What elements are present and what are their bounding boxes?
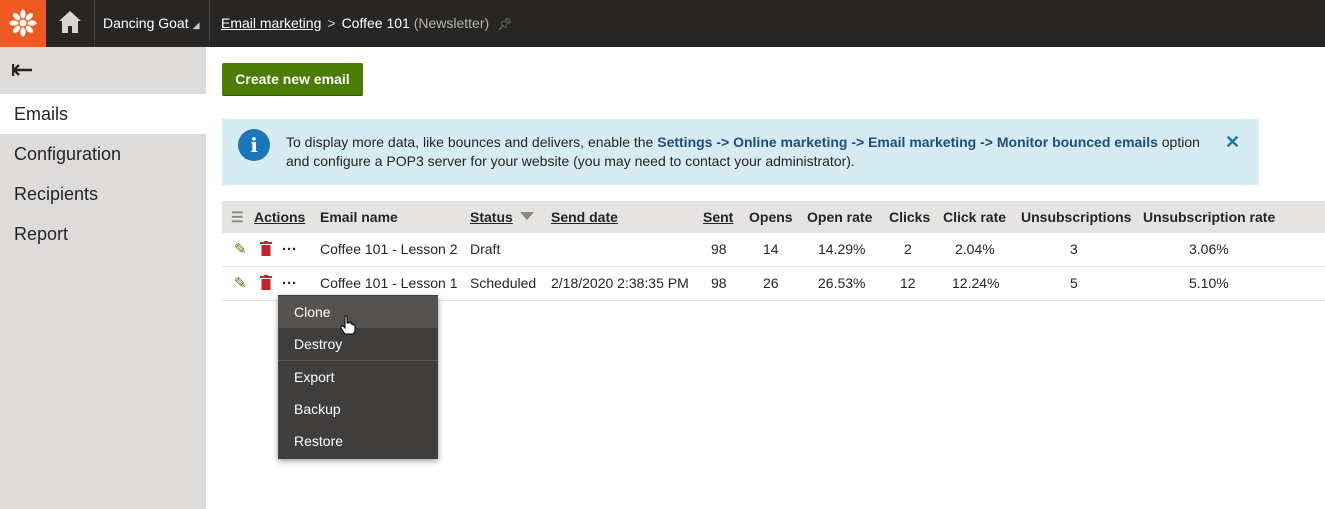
header-status[interactable]: Status bbox=[470, 201, 513, 233]
cell-email-name[interactable]: Coffee 101 - Lesson 2 bbox=[320, 233, 458, 266]
top-bar: Dancing Goat ◢ Email marketing > Coffee 101… bbox=[0, 0, 1325, 47]
breadcrumb: Email marketing > Coffee 101 (Newsletter) 📌… bbox=[221, 0, 512, 47]
sort-down-icon[interactable] bbox=[520, 212, 534, 220]
sidebar: Emails Configuration Recipients Report bbox=[0, 47, 206, 509]
menu-item-backup[interactable]: Backup bbox=[278, 393, 438, 425]
header-unsubscriptions: Unsubscriptions bbox=[1021, 209, 1132, 225]
breadcrumb-type: (Newsletter) bbox=[413, 15, 490, 31]
cell-opens: 26 bbox=[763, 275, 779, 291]
cell-unsubscription-rate: 5.10% bbox=[1189, 275, 1229, 291]
menu-item-restore[interactable]: Restore bbox=[278, 425, 438, 457]
emails-table: ☰ Actions Email name Status Send date Se… bbox=[222, 201, 1325, 301]
cell-unsubscriptions: 3 bbox=[1070, 241, 1078, 257]
header-open-rate: Open rate bbox=[807, 209, 873, 225]
cell-send-date: 2/18/2020 2:38:35 PM bbox=[551, 275, 689, 291]
close-icon[interactable]: ✕ bbox=[1225, 132, 1240, 153]
cell-status: Draft bbox=[470, 241, 501, 257]
header-unsubscription-rate: Unsubscription rate bbox=[1143, 209, 1276, 225]
header-actions[interactable]: Actions bbox=[254, 201, 305, 233]
kentico-logo-icon[interactable] bbox=[0, 0, 46, 47]
delete-trash-icon[interactable] bbox=[260, 233, 272, 266]
table-row: ✎ ··· Coffee 101 - Lesson 2 Draft 98 14 … bbox=[222, 233, 1325, 267]
sidebar-item-configuration[interactable]: Configuration bbox=[0, 134, 206, 174]
cell-click-rate: 12.24% bbox=[952, 275, 1000, 291]
cell-open-rate: 26.53% bbox=[818, 275, 866, 291]
cell-clicks: 2 bbox=[904, 241, 912, 257]
home-button[interactable] bbox=[46, 0, 95, 47]
cell-unsubscription-rate: 3.06% bbox=[1189, 241, 1229, 257]
delete-trash-icon[interactable] bbox=[260, 267, 272, 300]
cell-click-rate: 2.04% bbox=[955, 241, 995, 257]
header-email-name: Email name bbox=[320, 209, 398, 225]
edit-pencil-icon[interactable]: ✎ bbox=[234, 233, 247, 266]
cell-clicks: 12 bbox=[900, 275, 916, 291]
breadcrumb-email-marketing[interactable]: Email marketing bbox=[221, 15, 321, 31]
more-actions-icon[interactable]: ··· bbox=[282, 233, 297, 266]
back-arrow-icon[interactable] bbox=[11, 60, 36, 86]
header-click-rate: Click rate bbox=[943, 209, 1007, 225]
info-message: i To display more data, like bounces and… bbox=[222, 119, 1259, 185]
sidebar-nav: Emails Configuration Recipients Report bbox=[0, 94, 206, 254]
cell-opens: 14 bbox=[763, 241, 779, 257]
create-new-email-button[interactable]: Create new email bbox=[222, 63, 363, 95]
header-clicks: Clicks bbox=[889, 209, 931, 225]
context-menu: Clone Destroy Export Backup Restore bbox=[278, 295, 438, 459]
dropdown-caret-icon: ◢ bbox=[192, 20, 200, 30]
header-opens: Opens bbox=[749, 209, 793, 225]
sidebar-item-report[interactable]: Report bbox=[0, 214, 206, 254]
cell-status: Scheduled bbox=[470, 275, 537, 291]
sidebar-item-emails[interactable]: Emails bbox=[0, 94, 206, 134]
cell-sent: 98 bbox=[711, 275, 727, 291]
breadcrumb-current: Coffee 101 bbox=[341, 15, 410, 31]
chevron-right-icon: > bbox=[327, 15, 336, 31]
menu-item-clone[interactable]: Clone bbox=[278, 296, 438, 328]
menu-item-destroy[interactable]: Destroy bbox=[278, 328, 438, 360]
site-name: Dancing Goat bbox=[103, 15, 189, 31]
sidebar-item-recipients[interactable]: Recipients bbox=[0, 174, 206, 214]
cell-unsubscriptions: 5 bbox=[1070, 275, 1078, 291]
table-header: ☰ Actions Email name Status Send date Se… bbox=[222, 201, 1325, 233]
header-sent[interactable]: Sent bbox=[703, 201, 733, 233]
hand-cursor-icon bbox=[340, 315, 356, 341]
settings-path-link[interactable]: Settings -> Online marketing -> Email ma… bbox=[657, 134, 1158, 150]
menu-lines-icon[interactable]: ☰ bbox=[231, 201, 244, 233]
cell-open-rate: 14.29% bbox=[818, 241, 866, 257]
info-icon: i bbox=[238, 129, 270, 161]
cell-sent: 98 bbox=[711, 241, 727, 257]
header-send-date[interactable]: Send date bbox=[551, 201, 618, 233]
menu-item-export[interactable]: Export bbox=[278, 361, 438, 393]
site-selector[interactable]: Dancing Goat ◢ bbox=[95, 0, 210, 47]
home-icon bbox=[59, 11, 81, 33]
info-text: To display more data, like bounces and d… bbox=[286, 134, 1200, 169]
edit-pencil-icon[interactable]: ✎ bbox=[234, 267, 247, 300]
pin-icon[interactable]: 📌︎ bbox=[497, 17, 512, 31]
